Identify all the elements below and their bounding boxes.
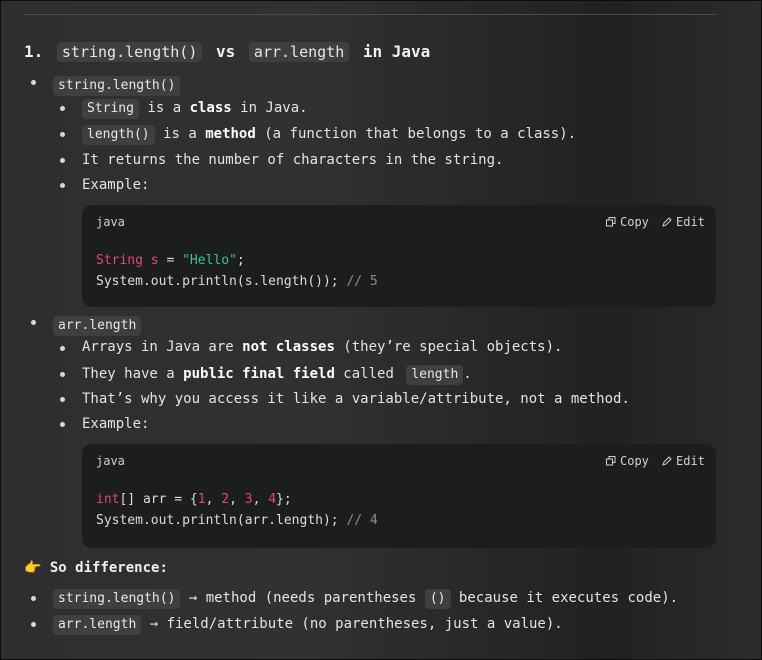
pointing-hand-icon: 👉 bbox=[24, 560, 42, 576]
list-item: That’s why you access it like a variable… bbox=[82, 391, 630, 407]
copy-label: Copy bbox=[620, 454, 649, 468]
bullet bbox=[60, 397, 65, 402]
bullet bbox=[31, 622, 36, 627]
code-block: java Copy Edit String s = "Hello"; Syste… bbox=[82, 205, 716, 307]
list-bold: method bbox=[205, 126, 256, 142]
list-item: Example: bbox=[82, 177, 150, 193]
code-type: String bbox=[96, 253, 143, 268]
code-punct: }; bbox=[276, 492, 292, 507]
list-text: is a bbox=[147, 100, 190, 116]
list-bold: not classes bbox=[242, 339, 335, 355]
code-language-label: java bbox=[96, 454, 125, 468]
summary-item: string.length() → method (needs parenthe… bbox=[53, 589, 678, 609]
heading-suffix: in Java bbox=[362, 42, 431, 61]
list-bold: class bbox=[189, 100, 232, 116]
code-punct: , bbox=[205, 492, 222, 507]
code-punct: , bbox=[229, 492, 245, 507]
code-length-method: length() bbox=[82, 125, 155, 145]
list-text: called bbox=[334, 366, 403, 382]
edit-label: Edit bbox=[676, 454, 705, 468]
code-text: System.out.println(arr.length); bbox=[96, 513, 347, 528]
heading-number: 1. bbox=[24, 42, 44, 61]
edit-icon bbox=[662, 456, 672, 466]
edit-button[interactable]: Edit bbox=[662, 215, 705, 229]
code-line: String s = "Hello"; bbox=[96, 253, 245, 268]
copy-icon bbox=[606, 456, 616, 466]
list-text: Arrays in Java are bbox=[82, 339, 243, 355]
divider bbox=[24, 14, 716, 15]
code-length-field: length bbox=[406, 365, 464, 385]
summary-item: arr.length → field/attribute (no parenth… bbox=[53, 615, 563, 635]
code-block: java Copy Edit int[] arr = {1, 2, 3, 4};… bbox=[82, 444, 716, 548]
section1-label: string.length() bbox=[53, 74, 181, 96]
bullet bbox=[60, 132, 65, 137]
copy-label: Copy bbox=[620, 215, 649, 229]
list-text: (they’re special objects). bbox=[334, 339, 563, 355]
list-text: → method (needs parentheses bbox=[180, 590, 425, 606]
section2-label: arr.length bbox=[53, 314, 142, 336]
heading-code-string-length: string.length() bbox=[56, 42, 203, 62]
code-language-label: java bbox=[96, 215, 125, 229]
code-number: 3 bbox=[244, 492, 253, 507]
code-text: [] arr = { bbox=[119, 492, 198, 507]
code-number: 1 bbox=[197, 492, 206, 507]
edit-label: Edit bbox=[676, 215, 705, 229]
list-text: They have a bbox=[82, 366, 184, 382]
bullet bbox=[60, 158, 65, 163]
code-keyword: int bbox=[96, 492, 120, 507]
code-string: String bbox=[82, 99, 139, 119]
code-string-length: string.length() bbox=[53, 76, 181, 96]
bullet bbox=[60, 346, 65, 351]
bullet bbox=[31, 596, 36, 601]
code-line: int[] arr = {1, 2, 3, 4}; bbox=[96, 492, 292, 507]
list-item: They have a public final field called le… bbox=[82, 365, 472, 385]
copy-button[interactable]: Copy bbox=[606, 454, 649, 468]
summary-title: So difference: bbox=[49, 560, 168, 576]
list-text: because it executes code). bbox=[450, 590, 679, 606]
bullet bbox=[60, 372, 65, 377]
bullet bbox=[31, 320, 36, 325]
list-text: is a bbox=[163, 126, 206, 142]
code-text: System.out.println(s.length()); bbox=[96, 274, 347, 289]
heading-code-arr-length: arr.length bbox=[248, 42, 350, 62]
copy-icon bbox=[606, 217, 616, 227]
code-var: s bbox=[142, 253, 159, 268]
code-punct: , bbox=[252, 492, 269, 507]
code-string-length: string.length() bbox=[53, 589, 181, 609]
edit-icon bbox=[662, 217, 672, 227]
list-item: length() is a method (a function that be… bbox=[82, 125, 576, 145]
list-text: in Java. bbox=[231, 100, 308, 116]
bullet bbox=[60, 422, 65, 427]
code-punct: ; bbox=[236, 253, 245, 268]
edit-button[interactable]: Edit bbox=[662, 454, 705, 468]
code-arr-length: arr.length bbox=[53, 316, 142, 336]
code-comment: // 5 bbox=[346, 274, 378, 289]
code-arr-length: arr.length bbox=[53, 615, 142, 635]
code-number: 2 bbox=[221, 492, 230, 507]
summary-heading: 👉 So difference: bbox=[24, 560, 168, 576]
code-number: 4 bbox=[268, 492, 277, 507]
code-comment: // 4 bbox=[346, 513, 378, 528]
bullet bbox=[60, 106, 65, 111]
code-parentheses: () bbox=[424, 589, 451, 609]
list-item: Arrays in Java are not classes (they’re … bbox=[82, 339, 562, 355]
heading-vs: vs bbox=[216, 42, 236, 61]
list-item: String is a class in Java. bbox=[82, 99, 308, 119]
code-line: System.out.println(s.length()); // 5 bbox=[96, 274, 378, 289]
list-text: → field/attribute (no parentheses, just … bbox=[141, 616, 563, 632]
section-heading: 1. string.length() vs arr.length in Java bbox=[24, 42, 430, 62]
list-text: (a function that belongs to a class). bbox=[255, 126, 577, 142]
code-op: = bbox=[158, 253, 183, 268]
code-line: System.out.println(arr.length); // 4 bbox=[96, 513, 378, 528]
list-item: Example: bbox=[82, 416, 150, 432]
list-item: It returns the number of characters in t… bbox=[82, 152, 504, 168]
copy-button[interactable]: Copy bbox=[606, 215, 649, 229]
list-text: . bbox=[463, 366, 472, 382]
code-string-literal: "Hello" bbox=[182, 253, 237, 268]
list-bold: public final field bbox=[183, 366, 335, 382]
bullet bbox=[31, 80, 36, 85]
bullet bbox=[60, 183, 65, 188]
